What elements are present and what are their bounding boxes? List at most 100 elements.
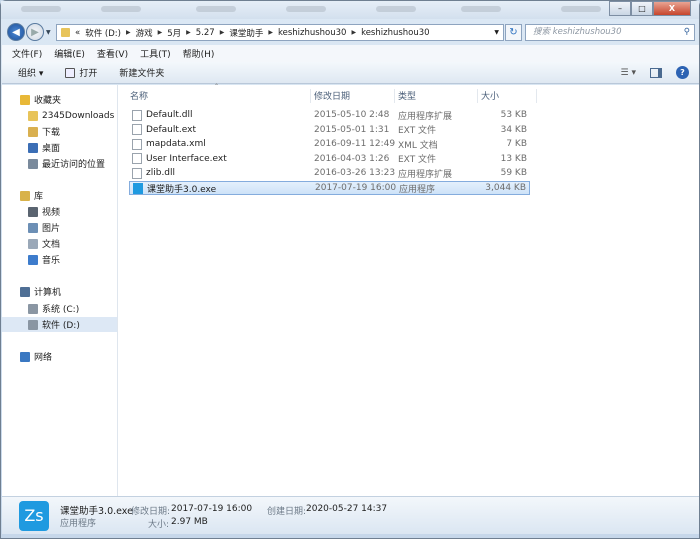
view-options-button[interactable]: ☰ ▾	[621, 68, 636, 78]
title-bar: – □ X	[1, 1, 699, 19]
modified-label: 修改日期:	[131, 507, 171, 517]
sidebar-item-label: 音乐	[42, 256, 61, 266]
menu-bar: 文件(F) 编辑(E) 查看(V) 工具(T) 帮助(H)	[2, 45, 699, 62]
column-header-size[interactable]: 大小	[477, 89, 537, 103]
network-icon	[20, 351, 30, 362]
sidebar-item-network[interactable]: 网络	[20, 349, 52, 364]
organize-label: 组织 ▾	[18, 69, 44, 79]
sidebar-item-pictures[interactable]: 图片	[28, 220, 60, 235]
file-date: 2017-07-19 16:00	[315, 183, 397, 193]
preview-pane-button[interactable]	[650, 67, 662, 78]
close-button[interactable]: X	[653, 1, 691, 16]
details-file-name: 课堂助手3.0.exe	[60, 506, 133, 517]
menu-view[interactable]: 查看(V)	[97, 47, 128, 60]
sidebar-item-label: 网络	[34, 353, 53, 363]
minimize-button[interactable]: –	[609, 1, 631, 16]
recent-pages-dropdown[interactable]: ▼	[46, 29, 51, 36]
video-icon	[28, 206, 38, 217]
sidebar-item-label: 图片	[42, 224, 61, 234]
search-input[interactable]: 搜索 keshizhushou30 ⚲	[525, 24, 695, 41]
chevron-right-icon[interactable]: ▶	[126, 29, 131, 36]
file-row[interactable]: Default.ext 2015-05-01 1:31 EXT 文件 34 KB	[129, 123, 530, 137]
search-placeholder: 搜索 keshizhushou30	[533, 27, 622, 37]
sidebar-item-video[interactable]: 视频	[28, 204, 60, 219]
library-icon	[20, 190, 30, 201]
explorer-window: – □ X ◀ ▶ ▼ « 软件 (D:) ▶ 游戏 ▶ 5月 ▶ 5.27 ▶ 课堂助…	[0, 0, 700, 539]
file-date: 2016-04-03 1:26	[314, 153, 390, 164]
refresh-button[interactable]: ↻	[505, 24, 522, 41]
breadcrumb-item[interactable]: 课堂助手	[229, 27, 263, 39]
refresh-icon: ↻	[509, 27, 518, 38]
chevron-right-icon[interactable]: ▶	[268, 29, 273, 36]
search-icon[interactable]: ⚲	[684, 25, 690, 40]
maximize-button[interactable]: □	[631, 1, 653, 16]
chevron-right-icon[interactable]: ▶	[158, 29, 163, 36]
file-icon	[132, 124, 142, 136]
forward-button[interactable]: ▶	[26, 23, 44, 41]
column-header-date[interactable]: 修改日期	[310, 89, 350, 103]
file-size: 34 KB	[500, 124, 527, 135]
address-dropdown-icon[interactable]: ▼	[494, 29, 499, 36]
file-size: 7 KB	[506, 139, 527, 150]
back-button[interactable]: ◀	[7, 23, 25, 41]
file-date: 2015-05-01 1:31	[314, 124, 390, 135]
open-button[interactable]: 打开	[65, 66, 97, 79]
sidebar-item-label: 系统 (C:)	[42, 305, 80, 315]
sidebar-item-music[interactable]: 音乐	[28, 252, 60, 267]
chevron-right-icon[interactable]: ▶	[351, 29, 356, 36]
file-size: 13 KB	[500, 153, 527, 164]
open-icon	[65, 67, 76, 78]
sidebar-item-library[interactable]: 库	[20, 188, 43, 203]
help-icon[interactable]: ?	[676, 66, 689, 79]
sidebar-item-label: 文档	[42, 240, 61, 250]
sidebar-item-label: 软件 (D:)	[42, 321, 80, 331]
sidebar-item-folder[interactable]: 2345Downloads	[28, 108, 114, 123]
app-icon	[133, 182, 143, 194]
sidebar-item-star[interactable]: 收藏夹	[20, 92, 61, 107]
file-name: mapdata.xml	[146, 139, 206, 150]
sidebar-item-label: 桌面	[42, 144, 61, 154]
file-size: 59 KB	[500, 168, 527, 179]
file-name: 课堂助手3.0.exe	[147, 184, 217, 195]
chevron-right-icon[interactable]: ▶	[186, 29, 191, 36]
menu-file[interactable]: 文件(F)	[12, 47, 42, 60]
music-icon	[28, 254, 38, 265]
new-folder-button[interactable]: 新建文件夹	[119, 66, 164, 79]
modified-value: 2017-07-19 16:00	[171, 504, 253, 514]
file-row[interactable]: mapdata.xml 2016-09-11 12:49 XML 文档 7 KB	[129, 137, 530, 151]
sidebar-item-computer[interactable]: 计算机	[20, 284, 61, 299]
organize-button[interactable]: 组织 ▾	[18, 66, 43, 79]
sidebar-item-label: 库	[34, 192, 44, 202]
menu-edit[interactable]: 编辑(E)	[54, 47, 85, 60]
open-label: 打开	[79, 69, 98, 79]
sidebar-item-download[interactable]: 下载	[28, 124, 60, 139]
file-row[interactable]: zlib.dll 2016-03-26 13:23 应用程序扩展 59 KB	[129, 166, 530, 180]
breadcrumb-item[interactable]: 5.27	[196, 28, 215, 38]
sidebar-item-drive[interactable]: 软件 (D:)	[2, 317, 117, 332]
sidebar-item-documents[interactable]: 文档	[28, 236, 60, 251]
column-header-type[interactable]: 类型	[394, 89, 416, 103]
breadcrumb-overflow[interactable]: «	[75, 28, 80, 38]
address-bar[interactable]: « 软件 (D:) ▶ 游戏 ▶ 5月 ▶ 5.27 ▶ 课堂助手 ▶ keshizhus…	[56, 24, 504, 41]
breadcrumb-item[interactable]: 软件 (D:)	[85, 27, 121, 39]
details-pane: Zs 课堂助手3.0.exe 应用程序 修改日期: 2017-07-19 16:…	[2, 496, 699, 534]
breadcrumb-item[interactable]: 游戏	[136, 27, 153, 39]
file-row[interactable]: Default.dll 2015-05-10 2:48 应用程序扩展 53 KB	[129, 108, 530, 122]
sidebar-item-label: 最近访问的位置	[42, 160, 106, 170]
column-header-name[interactable]: 名称	[130, 89, 148, 103]
breadcrumb-item[interactable]: keshizhushou30	[361, 28, 429, 38]
menu-tools[interactable]: 工具(T)	[140, 47, 171, 60]
recent-icon	[28, 158, 38, 169]
sidebar-item-desktop[interactable]: 桌面	[28, 140, 60, 155]
file-row[interactable]: User Interface.ext 2016-04-03 1:26 EXT 文件 1…	[129, 152, 530, 166]
sidebar-item-recent[interactable]: 最近访问的位置	[28, 156, 105, 171]
navigation-pane[interactable]: 收藏夹 2345Downloads 下载桌面最近访问的位置库视频图片文档音乐计算机系…	[2, 85, 118, 496]
sidebar-item-drive[interactable]: 系统 (C:)	[28, 301, 79, 316]
sidebar-item-label: 视频	[42, 208, 61, 218]
breadcrumb-item[interactable]: 5月	[167, 27, 181, 39]
chevron-right-icon[interactable]: ▶	[220, 29, 225, 36]
menu-help[interactable]: 帮助(H)	[183, 47, 215, 60]
file-row[interactable]: 课堂助手3.0.exe 2017-07-19 16:00 应用程序 3,044 KB	[129, 181, 530, 195]
desktop-icon	[28, 142, 38, 153]
breadcrumb-item[interactable]: keshizhushou30	[278, 28, 346, 38]
